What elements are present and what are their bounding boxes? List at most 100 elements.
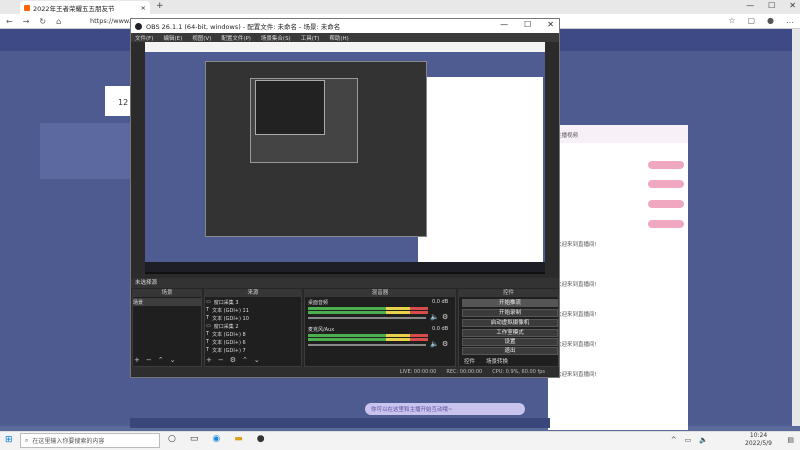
preview-nested-obs-inner (255, 80, 325, 135)
widgets-icon[interactable]: ▭ (190, 434, 199, 444)
forward-icon[interactable]: → (23, 17, 30, 26)
audio-meter (308, 334, 428, 337)
tab-close-icon[interactable]: × (141, 4, 146, 12)
add-icon[interactable]: + (206, 356, 212, 364)
close-icon[interactable]: ✕ (789, 1, 796, 10)
settings-button[interactable]: 设置 (462, 338, 558, 346)
star-icon[interactable]: ☆ (728, 16, 735, 25)
taskbar-apps: ○ ▭ ◉ ▬ ● (168, 434, 265, 444)
audio-meter (308, 307, 428, 310)
move-down-icon[interactable]: ⌄ (254, 356, 260, 364)
menu-help[interactable]: 帮助(H) (329, 34, 348, 42)
preview-taskbar (145, 262, 545, 272)
mixer-panel-title: 混音器 (304, 289, 456, 297)
notification-icon[interactable]: ▤ (787, 436, 794, 444)
gear-icon[interactable]: ⚙ (442, 313, 448, 321)
taskbar-clock[interactable]: 10:24 2022/5/9 (745, 432, 772, 448)
windows-start-icon[interactable]: ⊞ (5, 435, 13, 445)
search-placeholder: 在这里输入你要搜索的内容 (32, 438, 105, 445)
window-capture-icon: ▭ (206, 299, 211, 305)
follow-button[interactable] (648, 161, 684, 169)
chat-line: 欢迎来到直播间! (556, 372, 597, 378)
danmaku-input[interactable]: 你可以在这里和主播开始互动哦~ (365, 403, 525, 415)
gear-icon[interactable]: ⚙ (230, 356, 236, 364)
chat-line: 欢迎来到直播间! (556, 312, 597, 318)
source-item[interactable]: ▭ 窗口采集 3 (206, 298, 300, 306)
taskbar-search[interactable]: ⌕ 在这里输入你要搜索的内容 (20, 433, 160, 448)
promo-banner[interactable] (40, 123, 130, 179)
source-item[interactable]: ▭ 窗口采集 2 (206, 322, 300, 330)
clock-date: 2022/5/9 (745, 440, 772, 447)
move-up-icon[interactable]: ⌃ (242, 356, 248, 364)
text-source-icon: T (206, 331, 210, 337)
file-explorer-icon[interactable]: ▬ (234, 434, 243, 444)
volume-slider[interactable] (308, 344, 426, 346)
mixer-track-name: 麦克风/Aux (308, 327, 335, 333)
exit-button[interactable]: 退出 (462, 347, 558, 355)
source-item[interactable]: T 文本 (GDI+) 6 (206, 338, 300, 346)
menu-view[interactable]: 视图(V) (192, 34, 211, 42)
source-item[interactable]: T 文本 (GDI+) 11 (206, 306, 300, 314)
home-icon[interactable]: ⌂ (56, 17, 61, 26)
minimize-icon[interactable]: — (746, 1, 754, 10)
move-down-icon[interactable]: ⌄ (170, 356, 176, 364)
remove-icon[interactable]: − (218, 356, 224, 364)
remove-icon[interactable]: − (146, 356, 152, 364)
back-icon[interactable]: ← (6, 17, 13, 26)
tab-controls[interactable]: 控件 (464, 357, 475, 365)
menu-profile[interactable]: 配置文件(P) (221, 34, 251, 42)
more-icon[interactable]: … (786, 16, 794, 25)
speaker-icon[interactable]: 🔈 (430, 340, 439, 348)
mixer-track-db: 0.0 dB (432, 299, 449, 305)
profile-icon[interactable]: ● (767, 16, 774, 25)
studio-mode-button[interactable]: 工作室模式 (462, 329, 558, 337)
obs-icon[interactable]: ● (257, 434, 265, 444)
source-item[interactable]: T 文本 (GDI+) 7 (206, 346, 300, 354)
volume-slider[interactable] (308, 317, 426, 319)
text-source-icon: T (206, 307, 210, 313)
page-scrollbar[interactable] (792, 29, 800, 426)
maximize-icon[interactable]: ☐ (524, 20, 531, 29)
speaker-icon[interactable]: 🔈 (430, 313, 439, 321)
scene-item[interactable]: 场景 (133, 298, 201, 306)
text-source-icon: T (206, 347, 210, 353)
clock-time: 10:24 (749, 432, 768, 439)
collections-icon[interactable]: ▢ (747, 16, 755, 25)
gift-bar (130, 418, 550, 428)
refresh-icon[interactable]: ↻ (39, 17, 46, 26)
network-icon[interactable]: ▭ (685, 436, 692, 444)
menu-scene-collection[interactable]: 场景集合(S) (261, 34, 291, 42)
volume-icon[interactable]: 🔈 (699, 436, 708, 444)
start-streaming-button[interactable]: 开始推流 (462, 299, 558, 307)
gear-icon[interactable]: ⚙ (442, 340, 448, 348)
move-up-icon[interactable]: ⌃ (158, 356, 164, 364)
maximize-icon[interactable]: ☐ (768, 1, 775, 10)
add-icon[interactable]: + (134, 356, 140, 364)
address-bar[interactable]: https://www.douyu (90, 16, 151, 27)
close-icon[interactable]: ✕ (547, 20, 554, 29)
scenes-toolbar: + − ⌃ ⌄ (134, 356, 176, 364)
new-tab-button[interactable]: + (156, 1, 164, 11)
tab-scene-transitions[interactable]: 场景转换 (486, 357, 508, 365)
follow-button[interactable] (648, 200, 684, 208)
start-recording-button[interactable]: 开始录制 (462, 309, 558, 317)
edge-icon[interactable]: ◉ (212, 434, 220, 444)
chevron-up-icon[interactable]: ^ (671, 436, 677, 444)
minimize-icon[interactable]: — (500, 20, 508, 29)
follow-button[interactable] (648, 220, 684, 228)
tab-title: 2022年王者荣耀五五朋友节 (33, 4, 115, 13)
audio-meter (308, 311, 428, 314)
source-item[interactable]: T 文本 (GDI+) 10 (206, 314, 300, 322)
window-capture-icon: ▭ (206, 323, 211, 329)
sources-panel-title: 来源 (204, 289, 302, 297)
menu-file[interactable]: 文件(F) (135, 34, 153, 42)
task-view-icon[interactable]: ○ (168, 434, 176, 444)
menu-edit[interactable]: 编辑(E) (163, 34, 182, 42)
follow-button[interactable] (648, 180, 684, 188)
menu-tools[interactable]: 工具(T) (301, 34, 320, 42)
browser-tab[interactable]: 2022年王者荣耀五五朋友节 × (20, 1, 150, 14)
virtual-camera-button[interactable]: 启动虚拟摄像机 (462, 319, 558, 327)
preview-chat-sidebar (418, 77, 543, 262)
audio-meter (308, 338, 428, 341)
source-item[interactable]: T 文本 (GDI+) 8 (206, 330, 300, 338)
